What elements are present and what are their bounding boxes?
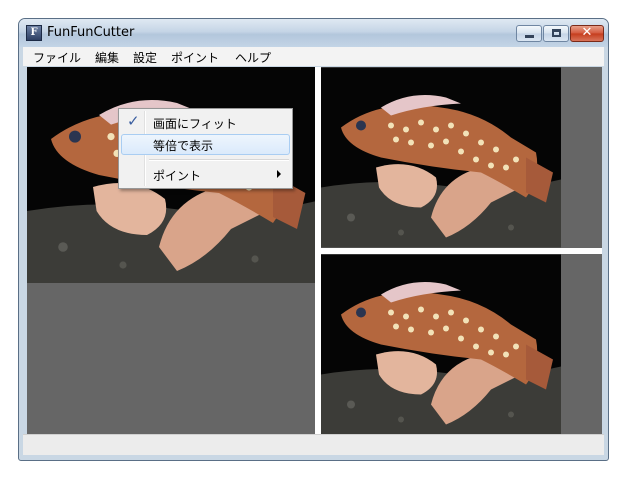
submenu-arrow-icon — [277, 170, 281, 178]
status-bar — [23, 434, 604, 455]
maximize-icon — [552, 29, 561, 37]
menu-point[interactable]: ポイント — [171, 49, 219, 66]
context-menu: ✓ 画面にフィット 等倍で表示 ポイント — [118, 108, 293, 189]
window-title: FunFunCutter — [47, 25, 135, 40]
title-bar[interactable]: F FunFunCutter ✕ — [19, 19, 608, 47]
menu-help[interactable]: ヘルプ — [235, 49, 271, 66]
client-area — [27, 67, 602, 435]
minimize-icon — [525, 35, 534, 38]
menu-file[interactable]: ファイル — [33, 49, 81, 66]
preview-fish-photo-top — [321, 67, 561, 248]
app-icon[interactable]: F — [26, 25, 42, 41]
menu-item-label: 画面にフィット — [153, 117, 237, 131]
menu-item-point[interactable]: ポイント — [121, 164, 290, 185]
minimize-button[interactable] — [516, 25, 542, 42]
menu-item-actual-size[interactable]: 等倍で表示 — [121, 134, 290, 155]
menu-item-fit-to-screen[interactable]: ✓ 画面にフィット — [121, 112, 290, 133]
close-icon: ✕ — [581, 25, 593, 40]
close-button[interactable]: ✕ — [570, 25, 604, 42]
preview-pane-top[interactable] — [321, 67, 602, 248]
menu-settings[interactable]: 設定 — [133, 49, 157, 66]
preview-fish-photo-bottom — [321, 254, 561, 435]
menu-separator — [149, 159, 289, 161]
menu-bar: ファイル 編集 設定 ポイント ヘルプ — [23, 47, 604, 66]
check-icon: ✓ — [127, 112, 140, 130]
preview-pane-bottom[interactable] — [321, 254, 602, 435]
menu-item-label: ポイント — [153, 169, 202, 183]
menu-edit[interactable]: 編集 — [95, 49, 119, 66]
menu-item-label: 等倍で表示 — [153, 139, 214, 153]
app-window: F FunFunCutter ✕ ファイル 編集 設定 ポイント ヘルプ — [18, 18, 609, 461]
maximize-button[interactable] — [543, 25, 569, 42]
